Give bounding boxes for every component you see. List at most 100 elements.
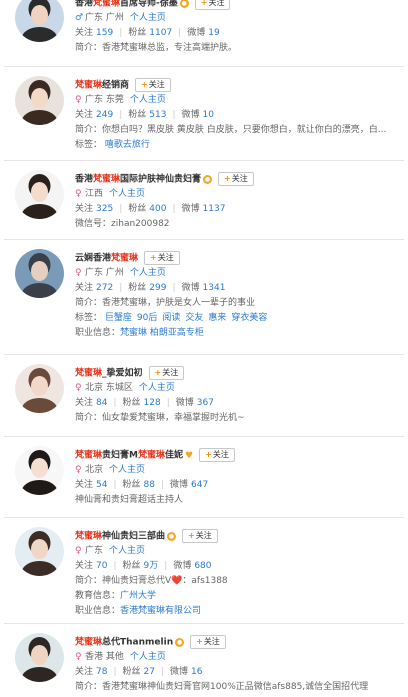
avatar[interactable] (15, 249, 64, 298)
follow-button[interactable]: +关注 (182, 529, 218, 543)
name-part: 香港 (75, 174, 94, 185)
follow-label: 关注 (231, 174, 248, 183)
follow-button[interactable]: +关注 (194, 0, 231, 10)
follow-label: 关注 (162, 368, 179, 377)
female-icon: ♀ (75, 95, 82, 105)
name-highlight: 梵蜜琳 (75, 637, 103, 648)
stats-row: 关注 272 | 粉丝 299 | 微博 1341 (75, 281, 400, 296)
tag-link[interactable]: 90后 (137, 313, 157, 323)
tag-link[interactable]: 巨蟹座 (105, 313, 132, 323)
weibo-count[interactable]: 367 (197, 398, 214, 408)
avatar[interactable] (15, 170, 64, 219)
user-name-link[interactable]: 梵蜜琳神仙贵妇三部曲 (75, 532, 165, 542)
weibo-label: 微博 (181, 110, 200, 120)
follow-button[interactable]: +关注 (135, 78, 171, 92)
follows-count[interactable]: 78 (96, 667, 107, 677)
avatar[interactable] (15, 76, 64, 125)
weibo-count[interactable]: 680 (194, 561, 211, 571)
follows-count[interactable]: 84 (96, 398, 107, 408)
divider: | (172, 110, 176, 120)
intro: 简介：香港梵蜜琳，护肤是女人一辈子的事业 (75, 296, 400, 311)
avatar[interactable] (15, 364, 64, 413)
tag-link[interactable]: 交友 (185, 313, 203, 323)
follows-count[interactable]: 272 (96, 283, 113, 293)
fans-count[interactable]: 513 (149, 110, 166, 120)
weibo-count[interactable]: 1341 (203, 283, 226, 293)
avatar[interactable] (15, 0, 64, 42)
fans-count[interactable]: 1107 (149, 28, 172, 38)
follow-button[interactable]: +关注 (199, 448, 235, 462)
homepage-link[interactable]: 个人主页 (109, 465, 145, 475)
weibo-count[interactable]: 19 (208, 28, 219, 38)
follows-count[interactable]: 70 (96, 561, 107, 571)
fans-label: 粉丝 (128, 110, 147, 120)
name-part: 贵妇膏M (102, 450, 138, 461)
avatar[interactable] (15, 633, 64, 682)
user-name-link[interactable]: 梵蜜琳贵妇膏M梵蜜琳佳妮 (75, 451, 183, 461)
follows-count[interactable]: 159 (96, 28, 113, 38)
follows-label: 关注 (75, 204, 94, 214)
fans-label: 粉丝 (128, 283, 147, 293)
fans-count[interactable]: 88 (144, 480, 155, 490)
user-result-card: 云娴香港梵蜜琳 +关注 ♀ 广东 广州 个人主页 关注 272 | 粉丝 299 | 微博 1341 简介… (4, 240, 404, 355)
plus-icon: + (150, 253, 157, 262)
vip-badge-icon: ● (203, 174, 213, 184)
weibo-count[interactable]: 1137 (203, 204, 226, 214)
tags-label: 标签： (75, 140, 105, 150)
vip-badge-icon: ● (175, 637, 185, 647)
follow-button[interactable]: +关注 (218, 172, 254, 186)
location-row: ♀ 广东 东莞 个人主页 (75, 93, 400, 108)
avatar[interactable] (15, 446, 64, 495)
fans-count[interactable]: 128 (144, 398, 161, 408)
heart-badge-icon: ♥ (185, 450, 194, 461)
follow-button[interactable]: +关注 (144, 251, 180, 265)
stats-row: 关注 249 | 粉丝 513 | 微博 10 (75, 108, 400, 123)
job-value[interactable]: 梵蜜琳 柏朗亚高专柜 (120, 328, 204, 338)
user-name-link[interactable]: 梵蜜琳总代Thanmelin (75, 638, 173, 648)
homepage-link[interactable]: 个人主页 (139, 383, 175, 393)
user-name-link[interactable]: 梵蜜琳经销商 (75, 81, 129, 91)
tag-link[interactable]: 惠来 (208, 313, 226, 323)
homepage-link[interactable]: 个人主页 (130, 13, 166, 23)
follows-label: 关注 (75, 667, 94, 677)
intro: 简介：香港梵蜜琳总监，专注高端护肤。 (75, 41, 400, 56)
follow-button[interactable]: +关注 (148, 366, 185, 380)
tag-link[interactable]: 嘻歌去旅行 (105, 140, 150, 150)
homepage-link[interactable]: 个人主页 (130, 95, 166, 105)
avatar[interactable] (15, 527, 64, 576)
tag-link[interactable]: 穿衣美容 (231, 313, 267, 323)
user-name-link[interactable]: 香港梵蜜琳国际护肤神仙贵妇膏 (75, 175, 201, 185)
homepage-link[interactable]: 个人主页 (109, 189, 145, 199)
user-info: 梵蜜琳总代Thanmelin ● +关注 ♀ 香港 其他 个人主页 关注 78 | 粉丝 27 | 微博… (75, 635, 400, 695)
follow-button[interactable]: +关注 (190, 635, 226, 649)
weibo-count[interactable]: 10 (203, 110, 214, 120)
weibo-count[interactable]: 16 (191, 667, 202, 677)
intro-label: 简介： (75, 413, 103, 423)
homepage-link[interactable]: 个人主页 (109, 546, 145, 556)
homepage-link[interactable]: 个人主页 (130, 652, 166, 662)
weibo-label: 微博 (187, 28, 206, 38)
homepage-link[interactable]: 个人主页 (130, 268, 166, 278)
follows-count[interactable]: 54 (96, 480, 107, 490)
name-highlight: 梵蜜琳 (75, 368, 103, 379)
user-name-link[interactable]: 香港梵蜜琳首席导师-徐墨 (75, 0, 178, 9)
weibo-count[interactable]: 647 (191, 480, 208, 490)
tag-link[interactable]: 阅读 (162, 313, 180, 323)
fans-label: 粉丝 (128, 28, 147, 38)
fans-count[interactable]: 9万 (144, 561, 159, 571)
divider: | (113, 667, 117, 677)
follows-count[interactable]: 325 (96, 204, 113, 214)
education-value[interactable]: 广州大学 (120, 591, 156, 601)
fans-count[interactable]: 400 (149, 204, 166, 214)
fans-count[interactable]: 27 (144, 667, 155, 677)
weixin: 微信号：zihan200982 (75, 217, 400, 232)
fans-count[interactable]: 299 (149, 283, 166, 293)
location-text: 广东 (85, 546, 104, 556)
user-name-link[interactable]: 云娴香港梵蜜琳 (75, 254, 138, 264)
job-value[interactable]: 香港梵蜜琳有限公司 (120, 606, 201, 616)
stats-row: 关注 54 | 粉丝 88 | 微博 647 (75, 478, 400, 493)
name-part: 经销商 (102, 80, 130, 91)
follows-count[interactable]: 249 (96, 110, 113, 120)
search-results-page: 香港梵蜜琳首席导师-徐墨 ● +关注 ♂ 广东 广州 个人主页 关注 159 | 粉丝 1107 | 微… (0, 0, 408, 697)
user-name-link[interactable]: 梵蜜琳_挚爱如初 (75, 369, 143, 379)
